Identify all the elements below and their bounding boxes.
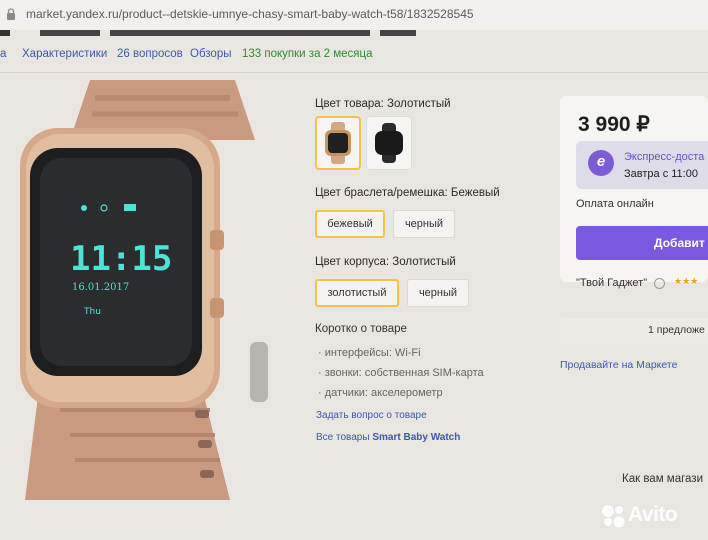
- strap-option-beige[interactable]: бежевый: [315, 210, 385, 238]
- watch-time: 11:15: [70, 239, 172, 279]
- shop-feedback-prompt: Как вам магази: [622, 473, 704, 485]
- swatch-black[interactable]: [366, 116, 412, 170]
- express-delivery-icon: е: [588, 150, 614, 176]
- avito-logo-icon: [602, 505, 625, 528]
- all-products-link[interactable]: Все товары Smart Baby Watch: [316, 432, 460, 443]
- tab-specs[interactable]: Характеристики: [22, 48, 107, 60]
- gold-watch-thumb: [325, 122, 351, 164]
- shop-rating-stars: ★★★: [674, 276, 699, 286]
- ask-question-link[interactable]: Задать вопрос о товаре: [316, 410, 427, 421]
- sell-on-market-link[interactable]: Продавайте на Маркете: [560, 359, 677, 371]
- swatch-gold[interactable]: [315, 116, 361, 170]
- product-title-cropped: [0, 30, 416, 36]
- strap-option-black[interactable]: черный: [393, 210, 455, 238]
- bullet-sensors: · датчики: акселерометр: [318, 387, 443, 399]
- tab-reviews[interactable]: Обзоры: [190, 48, 231, 60]
- payment-method: Оплата онлайн: [576, 198, 654, 210]
- address-bar[interactable]: market.yandex.ru/product--detskie-umnye-…: [0, 0, 708, 30]
- color-label: Цвет товара: Золотистый: [315, 98, 451, 110]
- url-text: market.yandex.ru/product--detskie-umnye-…: [26, 7, 474, 21]
- watch-date: 16.01.2017: [72, 282, 129, 293]
- tab-partial[interactable]: а: [0, 48, 6, 60]
- price: 3 990 ₽: [578, 113, 650, 136]
- tab-questions[interactable]: 26 вопросов: [117, 48, 183, 60]
- verified-icon: [654, 278, 665, 289]
- express-delivery-title[interactable]: Экспресс-доста: [624, 151, 704, 163]
- short-info-title: Коротко о товаре: [315, 323, 407, 335]
- purchases-count: 133 покупки за 2 месяца: [242, 48, 373, 60]
- watch-weekday: Thu: [83, 307, 101, 317]
- avito-watermark: Avito: [600, 500, 704, 530]
- black-watch-thumb: [375, 123, 403, 163]
- product-tabs: а Характеристики 26 вопросов Обзоры 133 …: [0, 44, 708, 64]
- case-label: Цвет корпуса: Золотистый: [315, 256, 456, 268]
- other-offers-button[interactable]: 1 предложе: [560, 318, 708, 344]
- express-delivery-date: Завтра с 11:00: [624, 168, 698, 180]
- add-to-cart-button[interactable]: Добавит: [576, 226, 708, 260]
- bullet-calls: · звонки: собственная SIM-карта: [318, 367, 484, 379]
- case-option-gold[interactable]: золотистый: [315, 279, 399, 307]
- product-photo[interactable]: 11:15 16.01.2017 Thu: [0, 80, 300, 500]
- shop-name[interactable]: "Твой Гаджет": [576, 277, 647, 289]
- lock-icon: [7, 8, 15, 20]
- strap-label: Цвет браслета/ремешка: Бежевый: [315, 187, 500, 199]
- divider: [0, 72, 708, 73]
- bullet-interfaces: · интерфейсы: Wi-Fi: [318, 347, 421, 359]
- case-option-black[interactable]: черный: [407, 279, 469, 307]
- address-bar-fade: [450, 10, 708, 20]
